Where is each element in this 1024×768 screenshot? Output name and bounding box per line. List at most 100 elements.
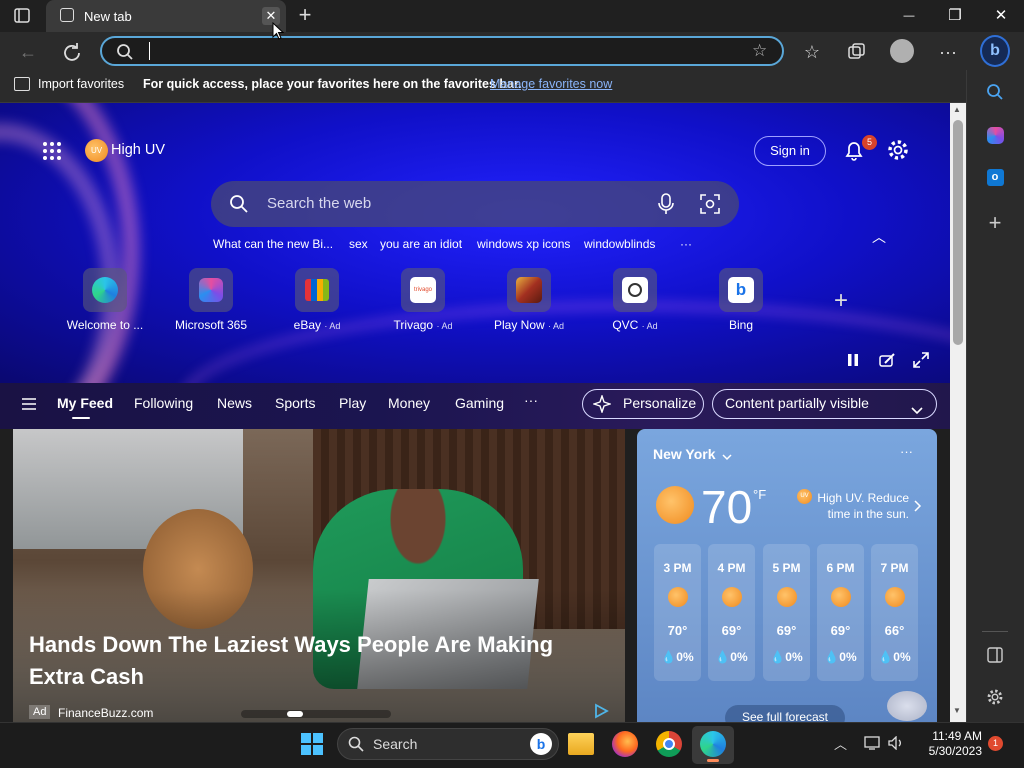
profile-avatar[interactable] xyxy=(890,39,914,63)
trivago-logo-icon: trivago xyxy=(410,277,436,303)
page-settings-gear-icon[interactable] xyxy=(886,138,910,162)
sidebar-settings-gear-icon[interactable] xyxy=(978,682,1012,712)
address-bar[interactable]: ☆ xyxy=(100,36,784,66)
network-icon[interactable] xyxy=(864,736,880,750)
content-visibility-dropdown[interactable]: Content partially visible xyxy=(712,389,937,419)
tile-bing[interactable]: b xyxy=(719,268,763,312)
minimize-button[interactable]: — xyxy=(886,0,932,32)
taskbar-search-box[interactable]: Search b xyxy=(337,728,559,760)
weather-menu-button[interactable]: ··· xyxy=(900,444,913,459)
tile-ebay[interactable] xyxy=(295,268,339,312)
manage-favorites-link[interactable]: Manage favorites now xyxy=(490,77,612,91)
feed-tab-play[interactable]: Play xyxy=(339,395,366,411)
firefox-icon[interactable] xyxy=(612,731,638,757)
tile-qvc[interactable] xyxy=(613,268,657,312)
feed-tabs-more-button[interactable]: ··· xyxy=(524,392,538,408)
adchoices-icon[interactable] xyxy=(593,703,609,722)
feed-tab-my-feed[interactable]: My Feed xyxy=(57,395,113,411)
fullscreen-expand-icon[interactable] xyxy=(913,352,929,368)
file-explorer-icon[interactable] xyxy=(568,733,594,755)
taskbar-clock[interactable]: 11:49 AM 5/30/2023 xyxy=(912,729,982,759)
sidebar-copilot-icon[interactable] xyxy=(978,120,1012,150)
sidebar-panel-toggle-icon[interactable] xyxy=(978,640,1012,670)
bing-search-icon: b xyxy=(530,733,552,755)
favorites-button[interactable]: ☆ xyxy=(798,38,826,66)
close-button[interactable]: ✕ xyxy=(978,0,1024,32)
scroll-down-arrow-icon[interactable]: ▼ xyxy=(953,706,961,715)
alert-chevron-right-icon[interactable] xyxy=(914,499,922,517)
tile-trivago[interactable]: trivago xyxy=(401,268,445,312)
show-hidden-icons-chevron-icon[interactable]: ︿ xyxy=(834,734,847,753)
weather-location[interactable]: New York xyxy=(653,446,716,462)
see-full-forecast-button[interactable]: See full forecast xyxy=(725,705,845,722)
web-search-box[interactable]: Search the web xyxy=(211,181,739,227)
search-icon xyxy=(348,736,364,757)
new-tab-button[interactable]: + xyxy=(294,2,316,28)
restore-button[interactable]: ❐ xyxy=(932,0,978,32)
tile-welcome[interactable] xyxy=(83,268,127,312)
add-favorite-star-icon[interactable]: ☆ xyxy=(752,41,767,61)
quick-link[interactable]: What can the new Bi... xyxy=(213,237,333,251)
active-tab-indicator xyxy=(72,417,90,419)
tab-new-tab[interactable]: New tab ✕ xyxy=(46,0,286,32)
quick-links-more-button[interactable]: ··· xyxy=(680,237,692,251)
scrollbar-thumb[interactable] xyxy=(953,120,963,345)
sidebar-search-icon[interactable] xyxy=(978,77,1012,107)
notification-center-badge[interactable]: 1 xyxy=(988,736,1003,751)
quick-link[interactable]: windowblinds xyxy=(584,237,655,251)
collapse-chevron-up-icon[interactable]: ︿ xyxy=(872,227,886,247)
collections-button[interactable] xyxy=(842,38,870,66)
start-button-windows-icon[interactable] xyxy=(300,732,324,756)
sign-in-button[interactable]: Sign in xyxy=(754,136,826,166)
temperature-unit[interactable]: °F xyxy=(753,487,766,502)
feed-tab-money[interactable]: Money xyxy=(388,395,430,411)
sunny-icon xyxy=(721,587,742,607)
bing-chat-button[interactable]: b xyxy=(980,35,1010,67)
add-shortcut-button[interactable]: + xyxy=(834,287,848,315)
feed-tab-following[interactable]: Following xyxy=(134,395,193,411)
scroll-up-arrow-icon[interactable]: ▲ xyxy=(953,105,961,114)
personalize-sparkle-icon xyxy=(591,393,613,422)
quick-link[interactable]: windows xp icons xyxy=(477,237,570,251)
taskbar-search-label: Search xyxy=(373,736,418,752)
uv-alert-text[interactable]: High UV. Reduce time in the sun. xyxy=(807,490,909,522)
tile-play-now[interactable] xyxy=(507,268,551,312)
quick-link[interactable]: sex xyxy=(349,237,368,251)
ad-badge: Ad xyxy=(29,705,51,719)
feed-tab-gaming[interactable]: Gaming xyxy=(455,395,504,411)
sidebar-add-button[interactable]: + xyxy=(978,208,1012,238)
feed-menu-hamburger-icon[interactable] xyxy=(21,397,37,411)
current-temperature: 70 xyxy=(701,481,753,533)
sidebar-outlook-icon[interactable]: o xyxy=(978,162,1012,192)
favorites-bar: Import favorites For quick access, place… xyxy=(0,70,966,103)
location-chevron-down-icon[interactable] xyxy=(722,449,732,467)
refresh-button[interactable] xyxy=(58,38,86,66)
visual-search-camera-icon[interactable] xyxy=(700,194,720,219)
weather-chip[interactable]: High UV xyxy=(111,142,165,158)
clock-time: 11:49 AM xyxy=(932,729,982,743)
pause-background-icon[interactable] xyxy=(846,353,860,367)
tile-microsoft-365[interactable] xyxy=(189,268,233,312)
game-thumbnail-icon xyxy=(516,277,542,303)
edge-taskbar-icon-active[interactable] xyxy=(692,726,734,764)
app-launcher-icon[interactable] xyxy=(42,141,62,161)
import-favorites-button[interactable]: Import favorites xyxy=(38,77,124,91)
raindrop-icon: 💧 xyxy=(661,650,677,664)
article-card[interactable]: Hands Down The Laziest Ways People Are M… xyxy=(13,429,625,722)
edit-background-icon[interactable] xyxy=(879,352,895,368)
volume-speaker-icon[interactable] xyxy=(888,735,904,751)
back-button[interactable]: ← xyxy=(14,38,42,66)
chrome-icon[interactable] xyxy=(656,731,682,757)
tab-actions-icon[interactable] xyxy=(12,7,32,25)
article-headline[interactable]: Hands Down The Laziest Ways People Are M… xyxy=(29,629,609,693)
carousel-dots[interactable] xyxy=(241,710,391,718)
feed-tab-sports[interactable]: Sports xyxy=(275,395,315,411)
mouse-cursor-icon xyxy=(272,21,285,40)
sunny-icon xyxy=(656,486,694,524)
address-input[interactable] xyxy=(146,41,726,61)
quick-link[interactable]: you are an idiot xyxy=(380,237,462,251)
personalize-button[interactable]: Personalize xyxy=(582,389,704,419)
voice-search-microphone-icon[interactable] xyxy=(657,193,675,220)
feed-tab-news[interactable]: News xyxy=(217,395,252,411)
settings-more-button[interactable]: ··· xyxy=(934,38,962,66)
